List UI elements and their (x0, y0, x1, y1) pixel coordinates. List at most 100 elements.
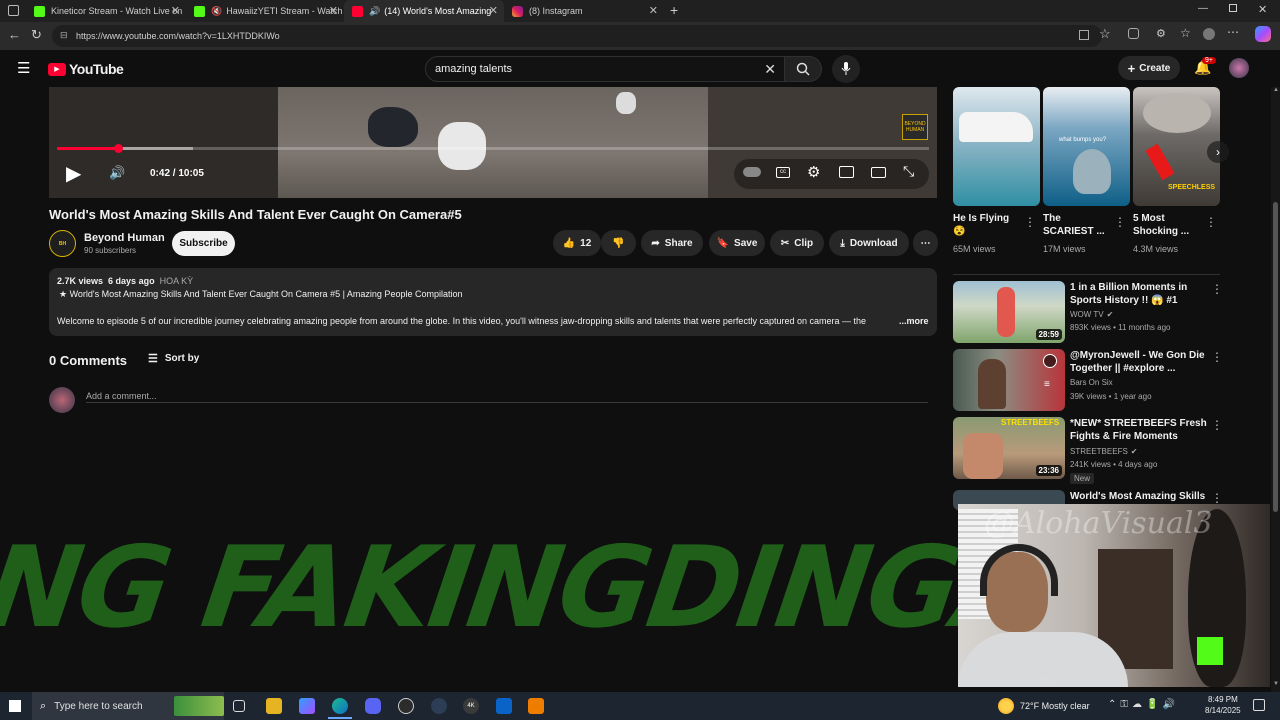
subtitles-icon[interactable]: cc (776, 167, 790, 178)
exit-fullscreen-icon[interactable]: ⤡ (903, 163, 914, 180)
youtube-logo[interactable]: ▶ YouTube (48, 61, 124, 77)
save-button[interactable]: 🔖 Save (709, 230, 765, 256)
short-title-1[interactable]: He Is Flying 😵 (953, 212, 1021, 238)
discord-icon[interactable] (365, 698, 381, 714)
4k-video-icon[interactable]: 4K (463, 698, 479, 714)
suggestion-thumbnail-2[interactable]: ≡ (953, 349, 1065, 411)
avatar[interactable] (1229, 58, 1249, 78)
scrollbar-down-arrow-icon[interactable]: ▼ (1273, 681, 1279, 687)
site-info-icon[interactable]: ⊟ (60, 30, 68, 41)
channel-avatar[interactable]: BH (49, 230, 76, 257)
description-box[interactable]: 2.7K views 6 days ago HOA KỲ ★ World's M… (49, 268, 937, 336)
miniplayer-icon[interactable] (839, 166, 854, 178)
file-explorer-icon[interactable] (266, 698, 282, 714)
suggestion-title[interactable]: @MyronJewell - We Gon Die Together || #e… (1070, 349, 1210, 375)
comment-input[interactable]: Add a comment... (86, 386, 928, 403)
favorites-icon[interactable]: ☆ (1180, 26, 1191, 40)
outlook-icon[interactable] (496, 698, 512, 714)
tab-youtube[interactable]: 🔊 (14) World's Most Amazing ✕ (344, 0, 504, 22)
subscribe-button[interactable]: Subscribe (172, 231, 235, 256)
vlc-like-icon[interactable] (528, 698, 544, 714)
create-button[interactable]: + Create (1118, 56, 1180, 80)
share-button[interactable]: ➦ Share (641, 230, 703, 256)
short-title-2[interactable]: The SCARIEST ... (1043, 212, 1111, 238)
add-to-queue-icon[interactable]: ≡ (1044, 379, 1050, 390)
suggestion-title[interactable]: 1 in a Billion Moments in Sports History… (1070, 281, 1210, 307)
clock-time[interactable]: 8:49 PM (1208, 695, 1238, 704)
tab-actions-icon[interactable] (8, 5, 19, 16)
more-options-icon[interactable]: ⋯ (1227, 25, 1239, 39)
video-player[interactable]: BEYOND HUMAN ▶ 🔊 0:42 / 10:05 cc ⚙ ⤡ (49, 87, 937, 198)
split-screen-icon[interactable] (1079, 30, 1089, 40)
audio-app-icon[interactable] (431, 698, 447, 714)
scrollbar-up-arrow-icon[interactable]: ▲ (1273, 87, 1279, 93)
mute-icon[interactable]: 🔇 (211, 6, 222, 17)
refresh-icon[interactable]: ↻ (31, 27, 42, 43)
suggestion-title[interactable]: World's Most Amazing Skills (1070, 490, 1210, 503)
back-icon[interactable]: ← (8, 27, 21, 42)
tab-kineticor[interactable]: Kineticor Stream - Watch Live on ✕ (26, 0, 186, 22)
settings-icon[interactable]: ⚙ (807, 163, 820, 181)
short-menu-icon[interactable]: ⋮ (1205, 215, 1217, 229)
shorts-next-arrow-icon[interactable]: › (1207, 141, 1229, 163)
close-tab-icon[interactable]: ✕ (489, 4, 498, 17)
suggestion-title[interactable]: *NEW* STREETBEEFS Fresh Fights & Fire Mo… (1070, 417, 1210, 443)
description-more-link[interactable]: ...more (899, 316, 929, 326)
suggestion-thumbnail-1[interactable]: 28:59 (953, 281, 1065, 343)
short-menu-icon[interactable]: ⋮ (1114, 215, 1126, 229)
browser-essentials-icon[interactable]: ⚙ (1156, 27, 1166, 40)
theater-mode-icon[interactable] (871, 167, 886, 178)
suggestion-menu-icon[interactable]: ⋮ (1211, 418, 1223, 432)
close-tab-icon[interactable]: ✕ (171, 4, 180, 17)
weather-icon[interactable] (998, 698, 1014, 714)
play-icon[interactable]: ▶ (66, 161, 81, 186)
profile-icon[interactable] (1203, 28, 1215, 40)
watch-later-icon[interactable] (1043, 354, 1057, 368)
notification-center-icon[interactable] (1253, 699, 1265, 711)
system-tray-icons[interactable]: ⌃⚿☁🔋🔊 (1108, 699, 1179, 710)
tab-hawaiizyeti[interactable]: 🔇 HawaiizYETI Stream - Watch ✕ (186, 0, 344, 22)
suggestion-menu-icon[interactable]: ⋮ (1211, 282, 1223, 296)
clear-search-icon[interactable]: ✕ (764, 61, 776, 78)
short-menu-icon[interactable]: ⋮ (1024, 215, 1036, 229)
tab-instagram[interactable]: (8) Instagram ✕ (504, 0, 664, 22)
autoplay-toggle-icon[interactable] (743, 167, 761, 177)
progress-scrubber[interactable] (114, 144, 123, 153)
volume-icon[interactable]: 🔊 (109, 165, 125, 181)
short-thumbnail-2[interactable]: what bumps you? (1043, 87, 1130, 206)
maximize-icon[interactable] (1229, 4, 1237, 12)
suggestion-menu-icon[interactable]: ⋮ (1211, 491, 1223, 505)
progress-track[interactable] (57, 144, 929, 153)
minimize-icon[interactable]: — (1198, 3, 1208, 14)
copilot-icon[interactable] (1255, 26, 1271, 42)
short-title-3[interactable]: 5 Most Shocking ... (1133, 212, 1203, 238)
download-button[interactable]: ⤓ Download (829, 230, 909, 256)
short-thumbnail-3[interactable]: SPEECHLESS (1133, 87, 1220, 206)
taskbar-search-input[interactable]: ⌕ Type here to search (32, 692, 224, 720)
channel-name[interactable]: Beyond Human (84, 232, 165, 244)
sort-comments-button[interactable]: ☰ Sort by (148, 352, 199, 365)
page-scrollbar[interactable]: ▲ ▼ (1271, 87, 1280, 692)
voice-search-button[interactable] (832, 55, 860, 83)
close-tab-icon[interactable]: ✕ (649, 4, 658, 17)
copilot-taskbar-icon[interactable] (299, 698, 315, 714)
url-field[interactable]: ⊟ https://www.youtube.com/watch?v=1LXHTD… (52, 25, 1102, 47)
edge-browser-icon[interactable] (332, 698, 348, 714)
task-view-icon[interactable] (233, 700, 245, 712)
extensions-icon[interactable] (1128, 28, 1139, 39)
clip-button[interactable]: ✂ Clip (770, 230, 824, 256)
menu-icon[interactable]: ☰ (17, 59, 30, 77)
dislike-button[interactable]: 👎 (601, 230, 636, 256)
short-thumbnail-1[interactable] (953, 87, 1040, 206)
speaker-icon[interactable]: 🔊 (369, 6, 380, 17)
suggestion-thumbnail-3[interactable]: STREETBEEFS 23:36 (953, 417, 1065, 479)
windows-start-icon[interactable] (9, 700, 21, 712)
more-actions-button[interactable]: ⋯ (913, 230, 938, 256)
scrollbar-thumb[interactable] (1273, 202, 1278, 512)
xbox-app-icon[interactable] (398, 698, 414, 714)
search-input[interactable]: amazing talents ✕ (425, 56, 785, 82)
clock-date[interactable]: 8/14/2025 (1205, 706, 1241, 715)
weather-text[interactable]: 72°F Mostly clear (1020, 701, 1090, 711)
suggestion-menu-icon[interactable]: ⋮ (1211, 350, 1223, 364)
close-window-icon[interactable]: ✕ (1258, 3, 1267, 16)
